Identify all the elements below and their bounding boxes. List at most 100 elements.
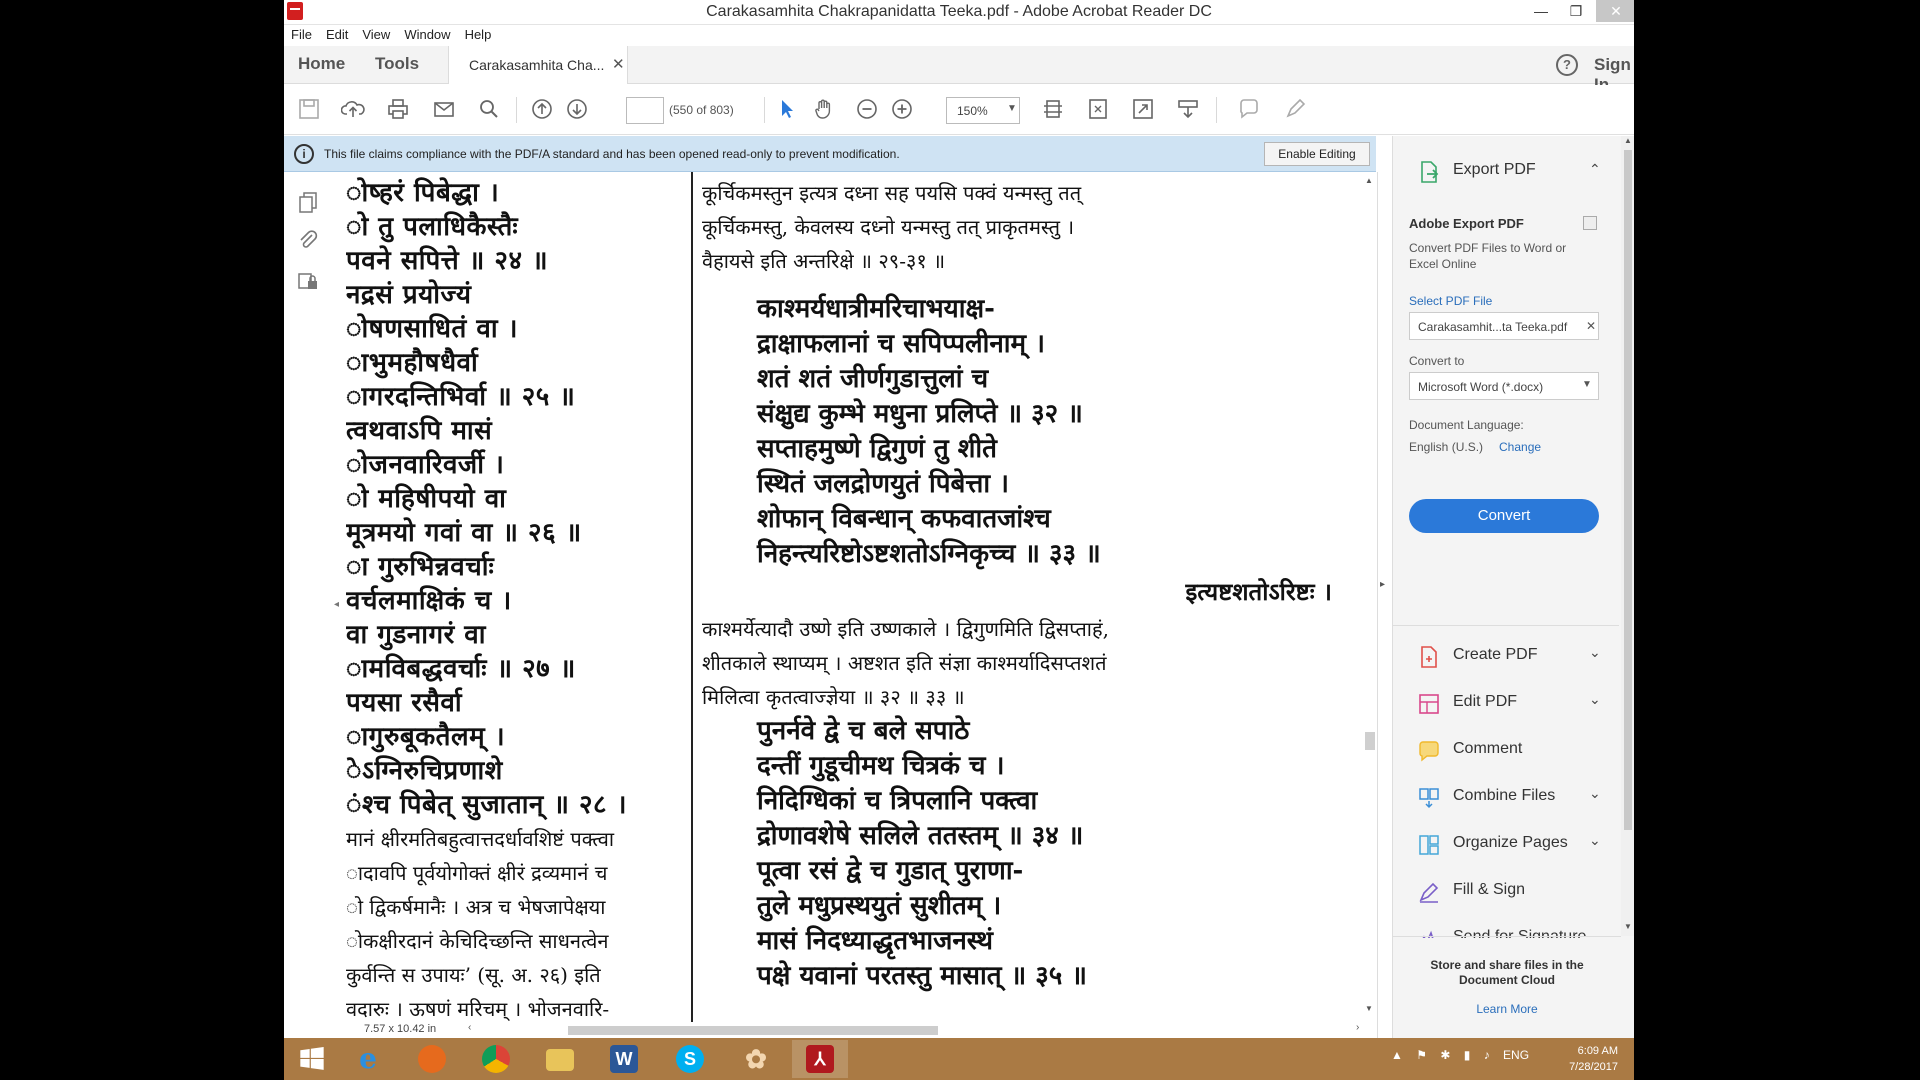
chevron-down-icon[interactable]: ⌄ <box>1589 644 1601 661</box>
enable-editing-button[interactable]: Enable Editing <box>1264 142 1370 166</box>
tab-bar: Home Tools Carakasamhita Cha... ✕ ? Sign… <box>284 46 1634 94</box>
menu-view[interactable]: View <box>355 25 397 42</box>
chrome-icon[interactable] <box>468 1040 524 1078</box>
tool-label: Edit PDF <box>1453 693 1518 710</box>
minimize-button[interactable]: — <box>1524 0 1558 22</box>
chevron-up-icon[interactable]: ⌃ <box>1589 161 1601 178</box>
chevron-down-icon[interactable]: ⌄ <box>1589 691 1601 708</box>
fit-page-icon[interactable] <box>1085 97 1111 123</box>
scroll-thumb[interactable] <box>1624 150 1632 830</box>
language-indicator[interactable]: ENG <box>1503 1048 1529 1062</box>
word-icon[interactable]: W <box>596 1040 652 1078</box>
format-select[interactable]: Microsoft Word (*.docx) ▼ <box>1409 372 1599 400</box>
full-screen-icon[interactable] <box>1130 97 1156 123</box>
comment-icon[interactable] <box>1236 97 1262 123</box>
volume-icon[interactable]: ♪ <box>1484 1048 1490 1062</box>
network-status-icon[interactable]: ✱ <box>1440 1048 1450 1062</box>
clock[interactable]: 6:09 AM 7/28/2017 <box>1556 1043 1618 1075</box>
email-icon[interactable] <box>431 97 457 123</box>
tool-label: Combine Files <box>1453 787 1556 804</box>
copy-icon[interactable] <box>1583 216 1597 230</box>
clock-date: 7/28/2017 <box>1569 1061 1618 1073</box>
firefox-icon[interactable] <box>404 1040 460 1078</box>
menu-bar: File Edit View Window Help <box>284 25 1634 45</box>
acrobat-reader-icon[interactable]: ⅄ <box>792 1040 848 1078</box>
tab-home[interactable]: Home <box>298 54 345 74</box>
chevron-down-icon[interactable]: ⌄ <box>1589 832 1601 849</box>
tool-send-for-signature[interactable]: Send for Signature <box>1393 916 1621 938</box>
close-tab-icon[interactable]: ✕ <box>612 55 625 73</box>
next-page-icon[interactable] <box>564 97 590 123</box>
scroll-up-icon[interactable]: ▲ <box>1624 136 1632 145</box>
scroll-right-icon[interactable]: › <box>1356 1022 1359 1033</box>
restore-button[interactable]: ❐ <box>1559 0 1593 22</box>
commentary-line: कूर्चिकमस्तुन इत्यत्र दध्ना सह पयसि पक्व… <box>702 181 1082 205</box>
page-number-input[interactable] <box>626 97 664 124</box>
upload-icon[interactable] <box>340 97 366 123</box>
page-thumbnails-icon[interactable] <box>296 190 322 218</box>
attachments-icon[interactable] <box>296 228 322 256</box>
signal-icon[interactable]: ▮ <box>1464 1048 1471 1062</box>
zoom-out-icon[interactable] <box>854 97 880 123</box>
close-window-button[interactable]: ✕ <box>1596 0 1634 22</box>
document-cloud-promo: Store and share files in the Document Cl… <box>1430 958 1584 987</box>
commentary-line: कूर्चिकमस्तु, केवलस्य दध्नो यन्मस्तु तत्… <box>702 215 1075 239</box>
menu-file[interactable]: File <box>284 25 319 42</box>
text-line: मूत्रमयो गवां वा ॥ २६ ॥ <box>346 518 582 548</box>
help-icon[interactable]: ? <box>1556 54 1578 76</box>
page-count: (550 of 803) <box>669 103 734 117</box>
scroll-left-icon[interactable]: ‹ <box>468 1022 471 1033</box>
document-horizontal-scrollbar[interactable]: ‹ › <box>468 1022 1368 1035</box>
chevron-down-icon[interactable]: ⌄ <box>1589 785 1601 802</box>
scroll-down-icon[interactable]: ▼ <box>1624 922 1632 931</box>
zoom-in-icon[interactable] <box>889 97 915 123</box>
save-icon[interactable] <box>296 97 322 123</box>
menu-window[interactable]: Window <box>397 25 457 42</box>
learn-more-link[interactable]: Learn More <box>1417 1002 1597 1016</box>
convert-button[interactable]: Convert <box>1409 499 1599 533</box>
export-pdf-icon <box>1417 160 1441 184</box>
search-icon[interactable] <box>476 97 502 123</box>
scroll-down-icon[interactable]: ▼ <box>1365 1004 1373 1013</box>
organize-pages-icon <box>1417 833 1441 857</box>
right-pane-toggle[interactable]: ▸ <box>1377 172 1391 1042</box>
menu-edit[interactable]: Edit <box>319 25 355 42</box>
start-button[interactable] <box>284 1040 340 1078</box>
collapse-nav-icon[interactable]: ◂ <box>334 599 339 610</box>
scroll-thumb[interactable] <box>568 1026 938 1035</box>
tools-pane-scrollbar[interactable]: ▲ ▼ <box>1621 136 1634 936</box>
security-lock-icon[interactable] <box>296 268 322 296</box>
file-explorer-icon[interactable] <box>532 1040 588 1078</box>
show-hidden-icons-icon[interactable]: ▲ <box>1391 1048 1403 1062</box>
hand-tool-icon[interactable] <box>811 97 837 123</box>
pdf-page: ोष्हरं पिबेद्धा । ो तु पलाधिकैस्तैः पवने… <box>344 172 1364 1022</box>
highlight-pen-icon[interactable] <box>1282 97 1308 123</box>
flag-icon[interactable]: ⚑ <box>1416 1048 1427 1062</box>
internet-explorer-icon[interactable]: e <box>340 1040 396 1078</box>
panel-divider <box>1393 936 1621 937</box>
document-vertical-scrollbar[interactable]: ▲ ▼ <box>1364 172 1376 1022</box>
scrolling-mode-icon[interactable] <box>1040 97 1066 123</box>
menu-help[interactable]: Help <box>458 25 499 42</box>
export-pdf-header[interactable]: Export PDF <box>1453 161 1536 179</box>
document-view[interactable]: ोष्हरं पिबेद्धा । ो तु पलाधिकैस्तैः पवने… <box>344 172 1376 1022</box>
read-mode-icon[interactable] <box>1175 97 1201 123</box>
change-language-link[interactable]: Change <box>1499 440 1541 454</box>
commentary-line: ोकक्षीरदानं केचिदिच्छन्ति साधनत्वेन <box>346 929 609 953</box>
acrobat-window: Carakasamhita Chakrapanidatta Teeka.pdf … <box>284 0 1634 1080</box>
skype-icon[interactable]: S <box>662 1040 718 1078</box>
column-divider <box>691 172 693 1022</box>
select-cursor-icon[interactable] <box>774 97 800 123</box>
flower-app-icon[interactable]: ✿ <box>728 1040 784 1078</box>
collapse-pane-icon[interactable]: ▸ <box>1380 579 1385 590</box>
zoom-select[interactable]: 150% ▼ <box>946 97 1020 124</box>
tab-document[interactable]: Carakasamhita Cha... ✕ <box>448 46 628 84</box>
scroll-thumb[interactable] <box>1365 732 1375 750</box>
print-icon[interactable] <box>385 97 411 123</box>
selected-file-field[interactable]: Carakasamhit...ta Teeka.pdf ✕ <box>1409 312 1599 340</box>
clear-file-icon[interactable]: ✕ <box>1586 319 1596 333</box>
previous-page-icon[interactable] <box>529 97 555 123</box>
scroll-up-icon[interactable]: ▲ <box>1365 176 1373 185</box>
select-pdf-file-link[interactable]: Select PDF File <box>1409 294 1492 308</box>
tab-tools[interactable]: Tools <box>375 54 419 74</box>
